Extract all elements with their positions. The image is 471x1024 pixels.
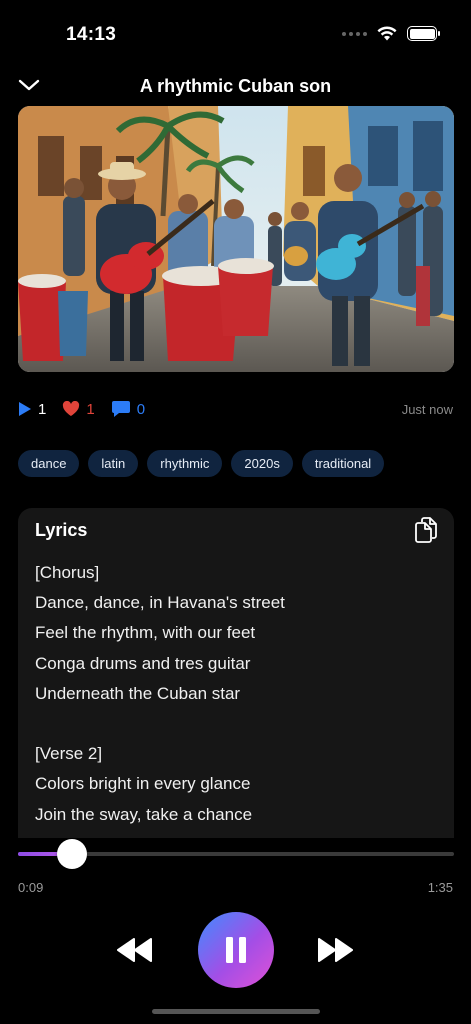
status-bar: 14:13: [0, 0, 471, 60]
lyrics-card[interactable]: Lyrics [Chorus] Dance, dance, in Havana'…: [18, 508, 454, 838]
like-button[interactable]: 1: [62, 400, 95, 418]
fast-forward-icon: [318, 938, 353, 962]
lyrics-line: Underneath the Cuban star: [35, 683, 241, 703]
playback-progress[interactable]: [18, 839, 454, 869]
plays-stat: 1: [18, 401, 46, 418]
pause-icon: [226, 937, 246, 963]
rewind-button[interactable]: [117, 937, 153, 963]
cover-art-image: [18, 106, 454, 372]
tag-chip[interactable]: traditional: [301, 450, 385, 477]
play-count-icon: [18, 401, 32, 417]
fast-forward-button[interactable]: [317, 937, 353, 963]
plays-count: 1: [38, 400, 47, 418]
elapsed-time: 0:09: [18, 880, 44, 895]
total-duration: 1:35: [427, 880, 453, 895]
copy-icon: [415, 517, 437, 543]
lyrics-line: [Verse 2]: [35, 744, 103, 764]
pause-button[interactable]: [198, 912, 274, 988]
tag-chip[interactable]: latin: [88, 450, 139, 477]
rewind-icon: [117, 938, 152, 962]
home-indicator[interactable]: [152, 1009, 320, 1014]
tag-chip[interactable]: dance: [18, 450, 80, 477]
lyrics-text: [Chorus] Dance, dance, in Havana's stree…: [35, 558, 438, 838]
lyrics-line: Feel the rhythm, with our feet: [35, 623, 256, 643]
comment-icon: [111, 400, 131, 418]
tag-chip[interactable]: rhythmic: [147, 450, 223, 477]
battery-icon: [407, 26, 440, 41]
comments-button[interactable]: 0: [111, 400, 145, 418]
status-icons: [342, 26, 440, 41]
tag-chip[interactable]: 2020s: [231, 450, 293, 477]
likes-count: 1: [86, 400, 95, 418]
posted-time: Just now: [401, 401, 453, 417]
tag-list: dance latin rhythmic 2020s traditional: [18, 450, 385, 477]
lyrics-line: Colors bright in every glance: [35, 774, 251, 794]
wifi-icon: [377, 26, 397, 41]
heart-icon: [62, 401, 80, 417]
playback-controls: [0, 912, 471, 988]
lyrics-line: [Chorus]: [35, 563, 100, 582]
progress-thumb[interactable]: [56, 839, 87, 869]
lyrics-heading: Lyrics: [35, 520, 88, 540]
lyrics-line: Sweat glowing under the heat: [35, 830, 438, 838]
lyrics-line: Join the sway, take a chance: [35, 804, 253, 824]
lyrics-line: [35, 709, 438, 739]
signal-dots-icon: [342, 31, 367, 36]
copy-lyrics-button[interactable]: [414, 517, 438, 543]
player-header: A rhythmic Cuban son: [0, 70, 471, 104]
status-time: 14:13: [66, 24, 117, 45]
lyrics-line: Conga drums and tres guitar: [35, 653, 251, 673]
song-title: A rhythmic Cuban son: [139, 76, 332, 96]
song-stats: 1 1 0 Just now: [18, 398, 453, 420]
comments-count: 0: [136, 400, 146, 418]
lyrics-line: Dance, dance, in Havana's street: [35, 593, 285, 613]
